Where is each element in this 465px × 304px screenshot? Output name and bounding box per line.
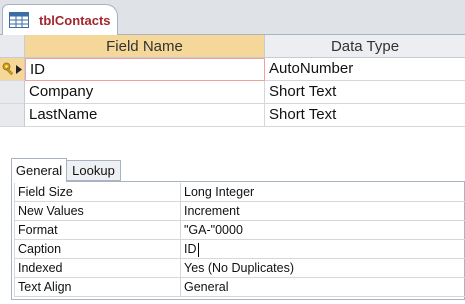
property-value-text-align[interactable]: General	[181, 278, 465, 297]
property-row-new-values[interactable]: New Values Increment	[14, 202, 465, 221]
property-row-caption[interactable]: Caption ID	[14, 240, 465, 259]
document-tab-strip: tblContacts	[0, 0, 465, 36]
column-header-field-name[interactable]: Field Name	[25, 35, 265, 58]
table-design-view: tblContacts Field Name Data Type ID Auto…	[0, 0, 465, 304]
property-row-indexed[interactable]: Indexed Yes (No Duplicates)	[14, 259, 465, 278]
tab-lookup[interactable]: Lookup	[67, 160, 121, 181]
property-row-format[interactable]: Format "GA-"0000	[14, 221, 465, 240]
property-label: Format	[14, 221, 181, 240]
row-selector-lastname[interactable]	[0, 104, 25, 127]
property-label: New Values	[14, 202, 181, 221]
grid-corner-selector[interactable]	[0, 35, 25, 58]
table-icon	[9, 12, 29, 28]
row-selector-id[interactable]	[0, 58, 25, 81]
property-value-new-values[interactable]: Increment	[181, 202, 465, 221]
field-grid-header: Field Name Data Type	[0, 35, 465, 58]
table-row[interactable]: ID AutoNumber	[0, 58, 465, 81]
document-tab-title: tblContacts	[39, 13, 111, 28]
property-label: Text Align	[14, 278, 181, 297]
property-label: Field Size	[14, 183, 181, 202]
property-label: Indexed	[14, 259, 181, 278]
property-value-caption[interactable]: ID	[181, 240, 465, 259]
tab-general[interactable]: General	[11, 158, 67, 182]
table-row[interactable]: LastName Short Text	[0, 104, 465, 127]
property-row-text-align[interactable]: Text Align General	[14, 278, 465, 297]
property-row-field-size[interactable]: Field Size Long Integer	[14, 183, 465, 202]
property-value-indexed[interactable]: Yes (No Duplicates)	[181, 259, 465, 278]
field-name-cell[interactable]: LastName	[25, 104, 265, 127]
primary-key-icon	[2, 62, 14, 76]
field-name-cell[interactable]: Company	[25, 81, 265, 104]
caption-text: ID	[184, 242, 197, 256]
property-value-format[interactable]: "GA-"0000	[181, 221, 465, 240]
property-value-field-size[interactable]: Long Integer	[181, 183, 465, 202]
data-type-cell[interactable]: Short Text	[265, 81, 465, 104]
data-type-cell[interactable]: AutoNumber	[265, 58, 465, 81]
current-row-arrow-icon	[16, 65, 22, 74]
row-selector-company[interactable]	[0, 81, 25, 104]
column-header-data-type[interactable]: Data Type	[265, 35, 465, 58]
field-name-cell[interactable]: ID	[25, 58, 265, 81]
property-label: Caption	[14, 240, 181, 259]
text-caret	[197, 242, 199, 257]
data-type-cell[interactable]: Short Text	[265, 104, 465, 127]
document-tab-tblcontacts[interactable]: tblContacts	[2, 4, 118, 36]
table-row[interactable]: Company Short Text	[0, 81, 465, 104]
